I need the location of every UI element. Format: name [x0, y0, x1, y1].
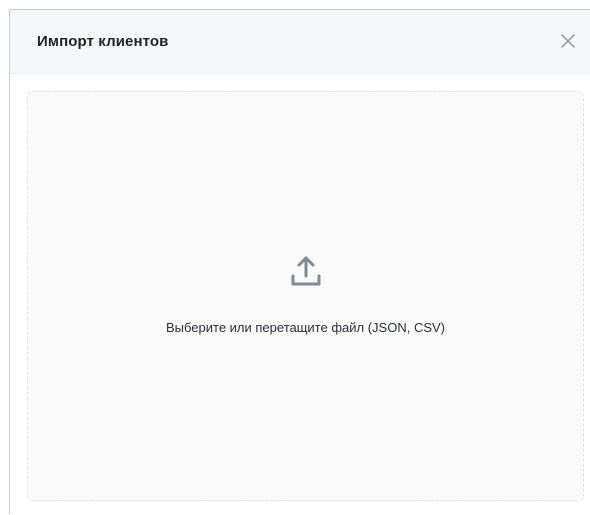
close-button[interactable] [559, 32, 577, 50]
import-clients-modal: Импорт клиентов Выберите или перетащите … [9, 9, 590, 515]
dropzone-instruction: Выберите или перетащите файл (JSON, CSV) [165, 320, 446, 335]
file-dropzone[interactable]: Выберите или перетащите файл (JSON, CSV) [27, 91, 584, 501]
close-icon [561, 34, 575, 48]
upload-icon [291, 256, 321, 286]
modal-title: Импорт клиентов [37, 33, 169, 50]
modal-header: Импорт клиентов [10, 10, 590, 74]
modal-body: Выберите или перетащите файл (JSON, CSV) [10, 74, 590, 515]
